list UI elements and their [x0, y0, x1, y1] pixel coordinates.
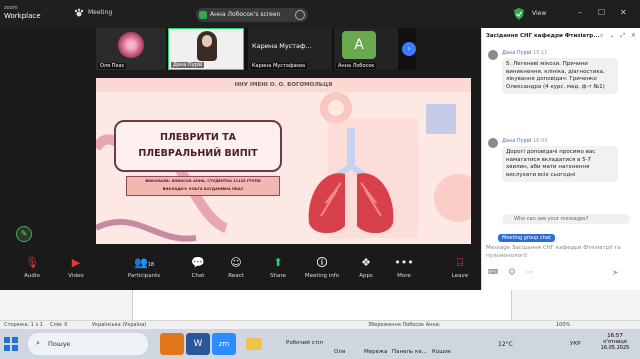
react-icon: ☺ — [230, 256, 242, 269]
shared-slide: ННУ ІМЕНІ О. О. БОГОМОЛЬЦЯ ПЛЕВРИТИ ТА П… — [96, 78, 471, 244]
clock[interactable]: 16:57 п'ятниця 16.05.2025 — [592, 333, 638, 355]
video-button[interactable]: ▶ Video — [56, 256, 96, 279]
mic-off-icon: 🎙 — [25, 256, 39, 269]
zoom-toolbar: 🎙 Audio ▶ Video 👥18 Participants 💬 Chat ☺ Rea… — [0, 252, 481, 290]
share-screen-icon — [199, 11, 207, 19]
word-page[interactable] — [132, 290, 512, 320]
message-text: Дорогі доповідачі просимо вас намагатися… — [502, 146, 618, 183]
avatar-initial: A — [342, 31, 376, 59]
search-icon: ⌕ — [36, 339, 40, 347]
close-icon[interactable]: ✕ — [620, 8, 627, 17]
slide-title: ПЛЕВРИТИ ТА ПЛЕВРАЛЬНИЙ ВИПІТ — [114, 120, 282, 172]
paw-icon[interactable] — [74, 8, 84, 18]
participant-tile[interactable]: Карина Мустаф... Карина Мустафаєва — [248, 28, 332, 70]
annotate-icon[interactable]: ✎ — [16, 226, 32, 242]
more-button[interactable]: ••• More — [384, 256, 424, 279]
language-indicator[interactable]: УКР — [570, 341, 581, 347]
meeting-info-button[interactable]: 🛈 Meeting info — [302, 256, 342, 279]
chrome-icon[interactable] — [160, 333, 184, 355]
more-icon: ••• — [394, 256, 414, 269]
weather-temp[interactable]: 12°C — [498, 341, 513, 348]
participant-name: Дана Пурій — [171, 62, 205, 68]
chat-header-icons[interactable]: ⌕ ⌄ ⤢ ✕ — [600, 32, 638, 40]
participant-tile[interactable]: A Анна Лобосок — [334, 28, 398, 70]
maximize-icon[interactable]: ☐ — [598, 8, 605, 17]
participant-display-name: Карина Мустаф... — [252, 42, 312, 50]
chat-message: Дана Пурій 15:11 5. Легеневі мікози. При… — [488, 50, 636, 134]
message-sender: Дана Пурій 15:11 — [502, 50, 548, 56]
message-sender: Дана Пурій 16:03 — [502, 138, 548, 144]
lungs-icon — [308, 128, 394, 234]
desktop-label[interactable]: Робочий стіл — [286, 340, 323, 346]
zoom-top-bar: zoom Workplace Meeting Анна Лобосок's sc… — [0, 0, 640, 28]
participant-tile[interactable]: Оля Пкас — [96, 28, 166, 70]
leave-icon: ⍈ — [456, 256, 464, 269]
user-label[interactable]: Оля — [334, 349, 345, 355]
recipient-selector[interactable]: Meeting group chat — [498, 234, 555, 242]
avatar — [488, 138, 498, 148]
avatar-face — [202, 35, 212, 47]
status-saving: Збереження Лобосок Анна: — [368, 322, 441, 328]
participant-name: Оля Пкас — [98, 63, 127, 69]
share-indicator[interactable]: Анна Лобосок's screen — [196, 8, 308, 22]
word-status-bar: Сторінка: 1 з 1 Слів: 0 Українська (Укра… — [0, 320, 640, 329]
view-menu[interactable]: View — [532, 10, 546, 17]
start-button[interactable] — [4, 333, 22, 355]
send-icon[interactable]: ➤ — [612, 268, 619, 277]
chat-input-tools[interactable]: ⌨ ☺ ⋯ — [488, 268, 537, 276]
status-language[interactable]: Українська (Україна) — [92, 321, 146, 329]
share-screen-icon: ⬆ — [273, 256, 283, 269]
recycle-label[interactable]: Кошик — [432, 349, 451, 355]
who-can-see-link[interactable]: Who can see your messages? — [502, 214, 630, 224]
audio-button[interactable]: 🎙 Audio — [12, 256, 52, 279]
meeting-menu[interactable]: Meeting — [88, 9, 112, 16]
network-label[interactable]: Мережа — [364, 349, 387, 355]
share-label: Анна Лобосок's screen — [210, 11, 281, 18]
apps-button[interactable]: ❖ Apps — [346, 256, 386, 279]
chat-icon: 💬 — [191, 256, 205, 269]
participant-name: Анна Лобосок — [336, 63, 377, 69]
status-zoom[interactable]: 100% — [556, 321, 570, 329]
minimize-icon[interactable]: – — [578, 8, 582, 17]
leave-button[interactable]: ⍈ Leave — [440, 256, 480, 279]
status-page: Сторінка: 1 з 1 — [4, 322, 43, 328]
shield-icon[interactable] — [514, 8, 524, 20]
participant-name: Карина Мустафаєва — [250, 63, 308, 69]
participant-tile-active[interactable]: Дана Пурій — [168, 28, 244, 70]
slide-authors: ВИКОНАЛА: ЛОБОСОК АННА, СТУДЕНТКА 11125 … — [126, 176, 280, 196]
folder-icon[interactable] — [246, 333, 272, 355]
search-box[interactable]: ⌕ Пошук — [28, 333, 148, 355]
control-panel-label[interactable]: Панель ке... — [392, 349, 427, 355]
chat-message: Дана Пурій 16:03 Дорогі доповідачі проси… — [488, 138, 636, 216]
zoom-app-icon[interactable]: zm — [212, 333, 236, 355]
zoom-brand: zoom Workplace — [4, 5, 41, 20]
windows-icon — [4, 337, 18, 351]
chat-panel: Засідання СНГ кафедри Фтизіатр... ⌕ ⌄ ⤢ … — [481, 28, 640, 290]
participants-icon: 👥18 — [133, 256, 155, 269]
chat-button[interactable]: 💬 Chat — [178, 256, 218, 279]
avatar — [118, 32, 144, 58]
status-words: Слів: 0 — [50, 322, 68, 328]
share-button[interactable]: ⬆ Share — [258, 256, 298, 279]
info-icon: 🛈 — [316, 256, 328, 269]
apps-icon: ❖ — [361, 256, 371, 269]
word-icon[interactable]: W — [186, 333, 210, 355]
taskbar: ⌕ Пошук W zm Робочий стіл Оля Мережа Пан… — [0, 329, 640, 359]
share-options-icon[interactable] — [295, 10, 305, 20]
chat-input[interactable]: Message Засідання СНГ кафедри Фтизіатрії… — [486, 244, 636, 260]
react-button[interactable]: ☺ React — [216, 256, 256, 279]
participants-button[interactable]: 👥18 Participants — [124, 256, 164, 279]
next-page-button[interactable]: › — [402, 42, 416, 56]
avatar — [488, 50, 498, 60]
video-off-icon: ▶ — [71, 256, 81, 269]
message-text: 5. Легеневі мікози. Причини виникнення, … — [502, 58, 618, 95]
